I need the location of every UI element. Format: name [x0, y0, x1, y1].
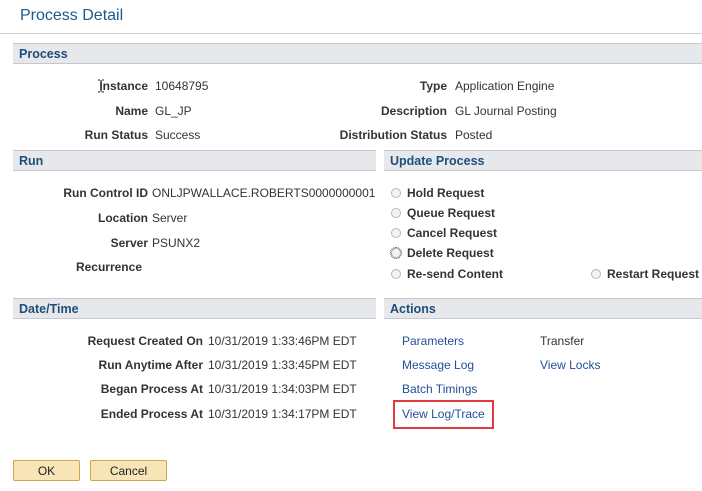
- radio-icon[interactable]: [391, 269, 401, 279]
- run-status-label: Run Status: [84, 128, 148, 142]
- page-title: Process Detail: [20, 7, 124, 24]
- server-label: Server: [110, 236, 148, 250]
- type-label: Type: [419, 79, 447, 93]
- delete-request-radio[interactable]: Delete Request: [390, 246, 494, 260]
- request-created-label: Request Created On: [87, 334, 203, 348]
- resend-content-radio[interactable]: Re-send Content: [391, 267, 503, 281]
- run-control-id-label: Run Control ID: [63, 186, 148, 200]
- radio-icon[interactable]: [391, 228, 401, 238]
- process-section-header: Process: [13, 43, 702, 64]
- type-value: Application Engine: [455, 79, 555, 93]
- queue-request-label: Queue Request: [407, 206, 496, 220]
- message-log-link[interactable]: Message Log: [402, 358, 474, 372]
- hold-request-radio[interactable]: Hold Request: [391, 186, 484, 200]
- restart-request-radio[interactable]: Restart Request: [591, 267, 699, 281]
- name-label: Name: [115, 104, 148, 118]
- ended-process-value: 10/31/2019 1:34:17PM EDT: [208, 407, 357, 421]
- page-header: Process Detail: [0, 0, 702, 34]
- cancel-button[interactable]: Cancel: [90, 460, 167, 481]
- actions-section-header: Actions: [384, 298, 702, 319]
- request-created-value: 10/31/2019 1:33:46PM EDT: [208, 334, 357, 348]
- process-section-title: Process: [19, 47, 68, 61]
- resend-content-label: Re-send Content: [407, 267, 503, 281]
- datetime-section-title: Date/Time: [19, 302, 79, 316]
- restart-request-label: Restart Request: [607, 267, 700, 281]
- server-value: PSUNX2: [152, 236, 201, 250]
- delete-request-label: Delete Request: [407, 246, 494, 260]
- began-process-value: 10/31/2019 1:34:03PM EDT: [208, 382, 357, 396]
- update-process-section-header: Update Process: [384, 150, 702, 171]
- ended-process-label: Ended Process At: [100, 407, 203, 421]
- began-process-label: Began Process At: [100, 382, 203, 396]
- datetime-section-header: Date/Time: [13, 298, 376, 319]
- radio-icon[interactable]: [391, 208, 401, 218]
- parameters-link[interactable]: Parameters: [402, 334, 464, 348]
- radio-icon[interactable]: [591, 269, 601, 279]
- radio-icon[interactable]: [390, 247, 402, 259]
- run-anytime-after-value: 10/31/2019 1:33:45PM EDT: [208, 358, 357, 372]
- run-section-header: Run: [13, 150, 376, 171]
- description-label: Description: [380, 104, 447, 118]
- ok-button[interactable]: OK: [13, 460, 80, 481]
- update-process-section-title: Update Process: [390, 154, 485, 168]
- location-label: Location: [98, 211, 148, 225]
- recurrence-label: Recurrence: [75, 260, 142, 274]
- distribution-status-value: Posted: [455, 128, 493, 142]
- transfer-label: Transfer: [540, 334, 585, 348]
- run-section-title: Run: [19, 154, 44, 168]
- cancel-request-label: Cancel Request: [407, 226, 498, 240]
- view-locks-link[interactable]: View Locks: [540, 358, 600, 372]
- distribution-status-label: Distribution Status: [339, 128, 447, 142]
- actions-section-title: Actions: [390, 302, 436, 316]
- radio-icon[interactable]: [391, 188, 401, 198]
- run-control-id-value: ONLJPWALLACE.ROBERTS0000000001: [152, 186, 376, 200]
- hold-request-label: Hold Request: [407, 186, 485, 200]
- queue-request-radio[interactable]: Queue Request: [391, 206, 495, 220]
- name-value: GL_JP: [155, 104, 192, 118]
- cancel-request-radio[interactable]: Cancel Request: [391, 226, 497, 240]
- location-value: Server: [152, 211, 188, 225]
- batch-timings-link[interactable]: Batch Timings: [402, 382, 477, 396]
- description-value: GL Journal Posting: [455, 104, 557, 118]
- instance-label: Instance: [99, 79, 148, 93]
- view-log-trace-link[interactable]: View Log/Trace: [402, 407, 485, 421]
- instance-value: 10648795: [155, 79, 209, 93]
- run-status-value: Success: [155, 128, 201, 142]
- run-anytime-after-label: Run Anytime After: [98, 358, 203, 372]
